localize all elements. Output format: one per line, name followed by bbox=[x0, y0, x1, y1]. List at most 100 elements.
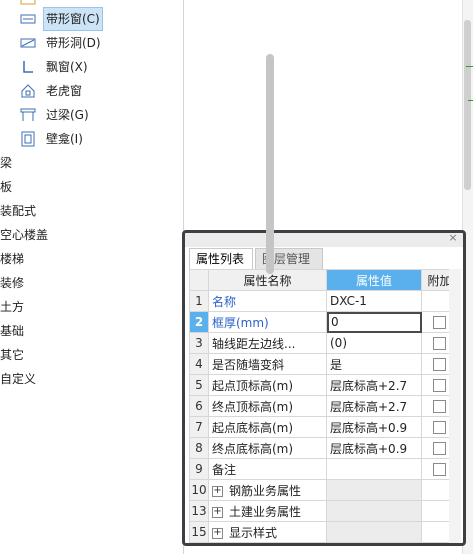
grid-header-row: 属性名称 属性值 附加 bbox=[189, 269, 458, 291]
table-row[interactable]: 8 终点底标高(m) 层底标高+0.9 bbox=[189, 437, 458, 459]
group-name-cell: + 土建业务属性 bbox=[208, 500, 327, 522]
property-name: 终点顶标高(m) bbox=[208, 395, 327, 417]
row-number: 8 bbox=[189, 437, 209, 459]
expand-icon[interactable]: + bbox=[212, 527, 223, 539]
group-name-cell: + 钢筋业务属性 bbox=[208, 479, 327, 501]
table-row[interactable]: 2 框厚(mm) 0 bbox=[189, 311, 458, 333]
tree-category-hollow-floor[interactable]: 空心楼盖 bbox=[0, 224, 48, 246]
tree-category-other[interactable]: 其它 bbox=[0, 344, 24, 366]
group-row[interactable]: 10 + 钢筋业务属性 bbox=[189, 479, 458, 501]
drawing-edge-mark bbox=[466, 66, 473, 67]
add-checkbox[interactable] bbox=[433, 442, 446, 455]
tree-item-label: 壁龛(I) bbox=[46, 132, 83, 146]
property-value[interactable]: 层底标高+0.9 bbox=[326, 416, 422, 438]
panel-titlebar[interactable]: × bbox=[185, 233, 463, 247]
group-label: 土建业务属性 bbox=[229, 504, 302, 519]
tree-item-label: 飘窗(X) bbox=[46, 60, 88, 74]
tree-category-beam[interactable]: 梁 bbox=[0, 152, 12, 174]
drawing-scrollbar-thumb[interactable] bbox=[464, 20, 471, 190]
row-number: 6 bbox=[189, 395, 209, 417]
table-row[interactable]: 3 轴线距左边线... (0) bbox=[189, 332, 458, 354]
row-number: 10 bbox=[189, 479, 209, 501]
group-value bbox=[326, 479, 422, 501]
tree-item-label: 带形洞(D) bbox=[46, 36, 101, 50]
drawing-edge-mark bbox=[468, 100, 473, 101]
add-checkbox[interactable] bbox=[433, 400, 446, 413]
expand-icon[interactable]: + bbox=[212, 485, 223, 497]
column-header-value[interactable]: 属性值 bbox=[326, 269, 422, 291]
close-icon[interactable]: × bbox=[447, 233, 459, 245]
property-name: 是否随墙变斜 bbox=[208, 353, 327, 375]
property-name: 起点底标高(m) bbox=[208, 416, 327, 438]
add-checkbox[interactable] bbox=[433, 337, 446, 350]
property-name: 框厚(mm) bbox=[208, 311, 327, 333]
ribbon-opening-icon bbox=[20, 35, 36, 51]
panel-scrollbar[interactable] bbox=[449, 269, 461, 543]
tree-category-prefab[interactable]: 装配式 bbox=[0, 200, 36, 222]
property-name: 轴线距左边线... bbox=[208, 332, 327, 354]
add-checkbox[interactable] bbox=[433, 358, 446, 371]
tree-category-earthwork[interactable]: 土方 bbox=[0, 296, 24, 318]
property-value[interactable]: (0) bbox=[326, 332, 422, 354]
table-row[interactable]: 4 是否随墙变斜 是 bbox=[189, 353, 458, 375]
row-number: 15 bbox=[189, 521, 209, 543]
tree-category-stairs[interactable]: 楼梯 bbox=[0, 248, 24, 270]
tree-item-label: 过梁(G) bbox=[46, 108, 89, 122]
tree-item-label: 带形窗(C) bbox=[43, 7, 103, 31]
tab-property-list[interactable]: 属性列表 bbox=[189, 248, 253, 269]
table-row[interactable]: 7 起点底标高(m) 层底标高+0.9 bbox=[189, 416, 458, 438]
group-label: 钢筋业务属性 bbox=[229, 483, 302, 498]
row-number: 3 bbox=[189, 332, 209, 354]
group-row[interactable]: 13 + 土建业务属性 bbox=[189, 500, 458, 522]
add-checkbox[interactable] bbox=[433, 379, 446, 392]
add-checkbox[interactable] bbox=[433, 463, 446, 476]
property-value[interactable]: 层底标高+2.7 bbox=[326, 395, 422, 417]
property-name: 终点底标高(m) bbox=[208, 437, 327, 459]
property-value-editor[interactable]: 0 bbox=[326, 311, 422, 333]
tree-category-slab[interactable]: 板 bbox=[0, 176, 12, 198]
panel-scrollbar-thumb[interactable] bbox=[266, 54, 274, 274]
dormer-window-icon bbox=[20, 83, 36, 99]
row-number: 2 bbox=[189, 311, 209, 333]
add-checkbox[interactable] bbox=[433, 316, 446, 329]
row-number-header bbox=[189, 269, 209, 291]
table-row[interactable]: 5 起点顶标高(m) 层底标高+2.7 bbox=[189, 374, 458, 396]
property-panel: × 属性列表 图层管理 属性名称 属性值 附加 1 名称 DXC-1 2 框厚(… bbox=[182, 230, 466, 546]
group-value bbox=[326, 500, 422, 522]
table-row[interactable]: 6 终点顶标高(m) 层底标高+2.7 bbox=[189, 395, 458, 417]
component-tree: 带形窗(C) 带形洞(D) 飘窗(X) 老虎窗 过梁(G) 壁龛(I) 梁 板 … bbox=[0, 0, 183, 554]
row-number: 1 bbox=[189, 290, 209, 312]
tree-item-label: 老虎窗 bbox=[46, 84, 83, 98]
row-number: 9 bbox=[189, 458, 209, 480]
row-number: 4 bbox=[189, 353, 209, 375]
table-row[interactable]: 9 备注 bbox=[189, 458, 458, 480]
row-number: 5 bbox=[189, 374, 209, 396]
group-row[interactable]: 15 + 显示样式 bbox=[189, 521, 458, 543]
property-name: 备注 bbox=[208, 458, 327, 480]
row-number: 7 bbox=[189, 416, 209, 438]
tree-category-decoration[interactable]: 装修 bbox=[0, 272, 24, 294]
group-label: 显示样式 bbox=[229, 525, 278, 540]
niche-icon bbox=[20, 131, 36, 147]
property-value[interactable] bbox=[326, 458, 422, 480]
ribbon-window-icon bbox=[20, 11, 36, 27]
group-value bbox=[326, 521, 422, 543]
row-number: 13 bbox=[189, 500, 209, 522]
table-row[interactable]: 1 名称 DXC-1 bbox=[189, 290, 458, 312]
property-name: 起点顶标高(m) bbox=[208, 374, 327, 396]
expand-icon[interactable]: + bbox=[212, 506, 223, 518]
property-value[interactable]: 层底标高+2.7 bbox=[326, 374, 422, 396]
property-name: 名称 bbox=[208, 290, 327, 312]
property-value[interactable]: 是 bbox=[326, 353, 422, 375]
tree-category-foundation[interactable]: 基础 bbox=[0, 320, 24, 342]
property-value[interactable]: 层底标高+0.9 bbox=[326, 437, 422, 459]
property-grid: 属性名称 属性值 附加 1 名称 DXC-1 2 框厚(mm) 0 3 轴线距左… bbox=[189, 269, 458, 543]
group-name-cell: + 显示样式 bbox=[208, 521, 327, 543]
property-value[interactable]: DXC-1 bbox=[326, 290, 422, 312]
lintel-icon bbox=[20, 107, 36, 123]
window-icon bbox=[20, 0, 36, 7]
tree-category-custom[interactable]: 自定义 bbox=[0, 368, 36, 390]
add-checkbox[interactable] bbox=[433, 421, 446, 434]
bay-window-icon bbox=[20, 59, 36, 75]
component-list-area bbox=[184, 0, 462, 232]
